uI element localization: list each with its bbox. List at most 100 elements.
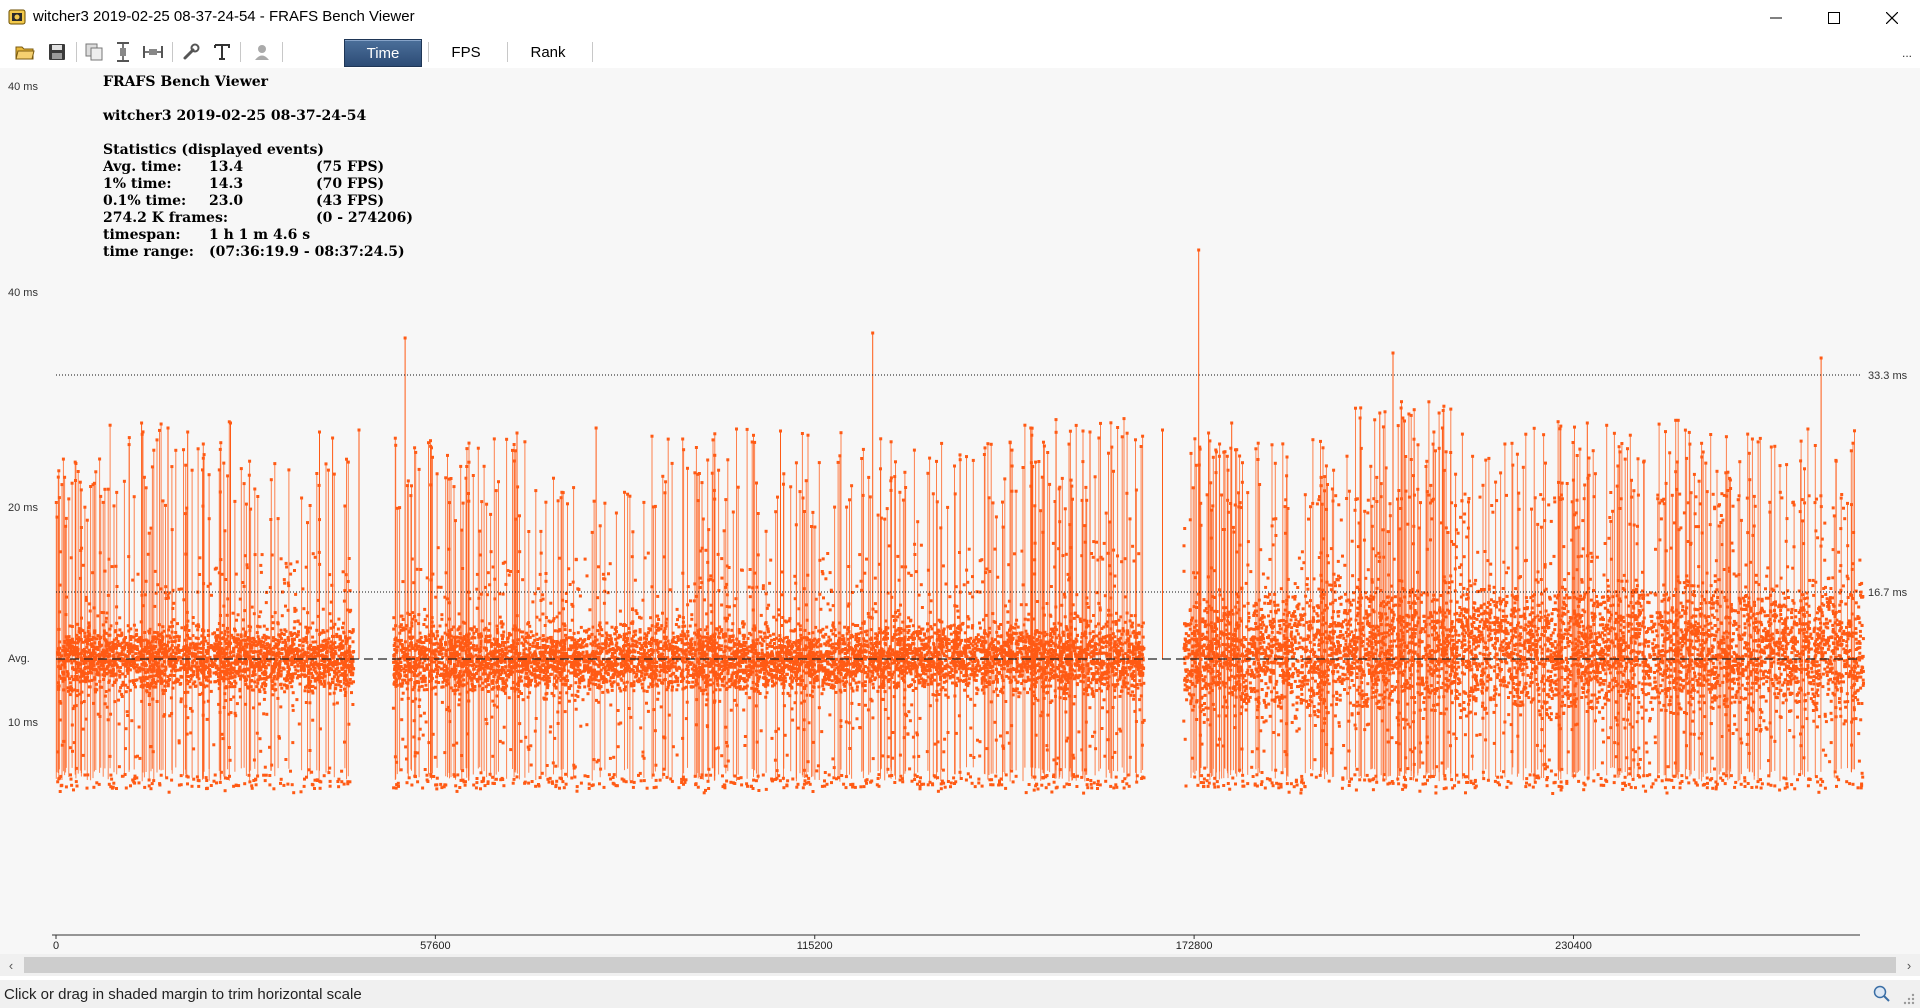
- copy-icon[interactable]: [83, 41, 105, 63]
- frame-point: [202, 636, 206, 640]
- frame-point: [73, 688, 77, 692]
- frame-point: [135, 678, 139, 682]
- frame-point: [257, 688, 261, 692]
- frame-point: [201, 641, 205, 645]
- spike-point: [57, 469, 61, 473]
- frame-point: [187, 680, 191, 683]
- frame-point: [131, 778, 135, 782]
- frame-point: [409, 637, 413, 640]
- frame-point: [258, 702, 261, 706]
- frame-point: [256, 774, 260, 778]
- frame-point: [301, 640, 305, 644]
- frame-point: [457, 612, 461, 616]
- frame-point: [278, 736, 281, 740]
- minimize-button[interactable]: [1748, 0, 1804, 36]
- text-icon[interactable]: [211, 41, 233, 63]
- frame-point: [226, 634, 230, 638]
- frame-point: [228, 662, 232, 666]
- frame-point: [304, 701, 308, 704]
- frame-point: [170, 630, 174, 634]
- spike-point: [300, 496, 304, 500]
- frame-point: [435, 630, 439, 633]
- frame-point: [171, 624, 175, 628]
- frame-point: [403, 663, 407, 667]
- frame-point: [231, 667, 235, 671]
- frame-point: [515, 614, 519, 618]
- frame-point: [285, 674, 289, 678]
- frame-point: [490, 662, 494, 666]
- save-icon[interactable]: [46, 41, 68, 63]
- frame-point: [529, 630, 533, 634]
- frame-point: [74, 671, 78, 674]
- spike-point: [410, 484, 413, 488]
- frame-point: [262, 773, 266, 777]
- frame-point: [579, 637, 582, 641]
- frame-point: [237, 642, 241, 646]
- frame-point: [279, 781, 282, 785]
- spike-point: [247, 473, 251, 477]
- frame-point: [435, 675, 439, 679]
- spike-point: [511, 448, 514, 452]
- frame-point: [333, 622, 337, 626]
- toolbar-separator: [172, 42, 173, 62]
- vertical-scale-icon[interactable]: [112, 41, 134, 63]
- frame-point: [298, 682, 302, 686]
- spike-point: [207, 473, 211, 477]
- frame-point: [393, 755, 397, 759]
- spike-point: [480, 500, 484, 504]
- frame-point: [400, 697, 404, 701]
- frame-point: [309, 661, 313, 665]
- frame-point: [501, 741, 505, 745]
- frame-point: [301, 587, 305, 591]
- frame-point: [158, 671, 162, 675]
- frame-point: [453, 640, 457, 644]
- frame-point: [328, 686, 332, 690]
- user-icon[interactable]: [251, 41, 273, 63]
- frame-point: [296, 663, 300, 667]
- frame-point: [511, 681, 515, 684]
- spike-point: [64, 516, 68, 520]
- frame-point: [316, 598, 320, 602]
- frame-point: [435, 787, 439, 791]
- frame-point: [206, 629, 210, 633]
- frame-point: [418, 727, 422, 731]
- frame-point: [510, 650, 514, 654]
- frame-point: [455, 789, 459, 793]
- frame-point: [420, 684, 424, 688]
- open-folder-icon[interactable]: [14, 41, 36, 63]
- frame-point: [103, 674, 107, 678]
- frame-point: [491, 754, 495, 758]
- frame-point: [417, 652, 421, 656]
- frametime-plot[interactable]: 33.3 ms 16.7 ms 40 ms 40 ms 20 ms Avg. 1…: [0, 68, 1920, 958]
- frame-point: [529, 763, 533, 767]
- frame-point: [452, 674, 456, 678]
- toolbar-overflow-button[interactable]: ...: [1902, 46, 1912, 60]
- close-button[interactable]: [1864, 0, 1920, 36]
- tab-time[interactable]: Time: [344, 39, 422, 67]
- spike-point: [398, 506, 402, 510]
- frame-point: [56, 780, 60, 784]
- frame-point: [490, 653, 494, 657]
- wrench-icon[interactable]: [180, 41, 202, 63]
- frame-point: [423, 618, 427, 622]
- spike-point: [248, 459, 252, 463]
- maximize-button[interactable]: [1806, 0, 1862, 36]
- frame-point: [206, 675, 209, 679]
- frame-point: [516, 642, 519, 646]
- frame-point: [438, 624, 442, 628]
- horizontal-scale-icon[interactable]: [142, 41, 164, 63]
- tab-fps[interactable]: FPS: [440, 39, 492, 65]
- frame-point: [218, 655, 222, 659]
- frame-point: [228, 685, 232, 689]
- frame-point: [236, 613, 240, 617]
- frame-point: [322, 644, 326, 648]
- frame-point: [113, 673, 117, 677]
- frame-point: [217, 571, 221, 575]
- tab-rank[interactable]: Rank: [514, 39, 582, 65]
- frame-point: [74, 780, 78, 784]
- minimize-icon: [1770, 17, 1782, 19]
- frame-point: [432, 624, 436, 628]
- frame-point: [457, 685, 461, 689]
- frame-point: [290, 685, 294, 689]
- frame-point: [346, 782, 350, 786]
